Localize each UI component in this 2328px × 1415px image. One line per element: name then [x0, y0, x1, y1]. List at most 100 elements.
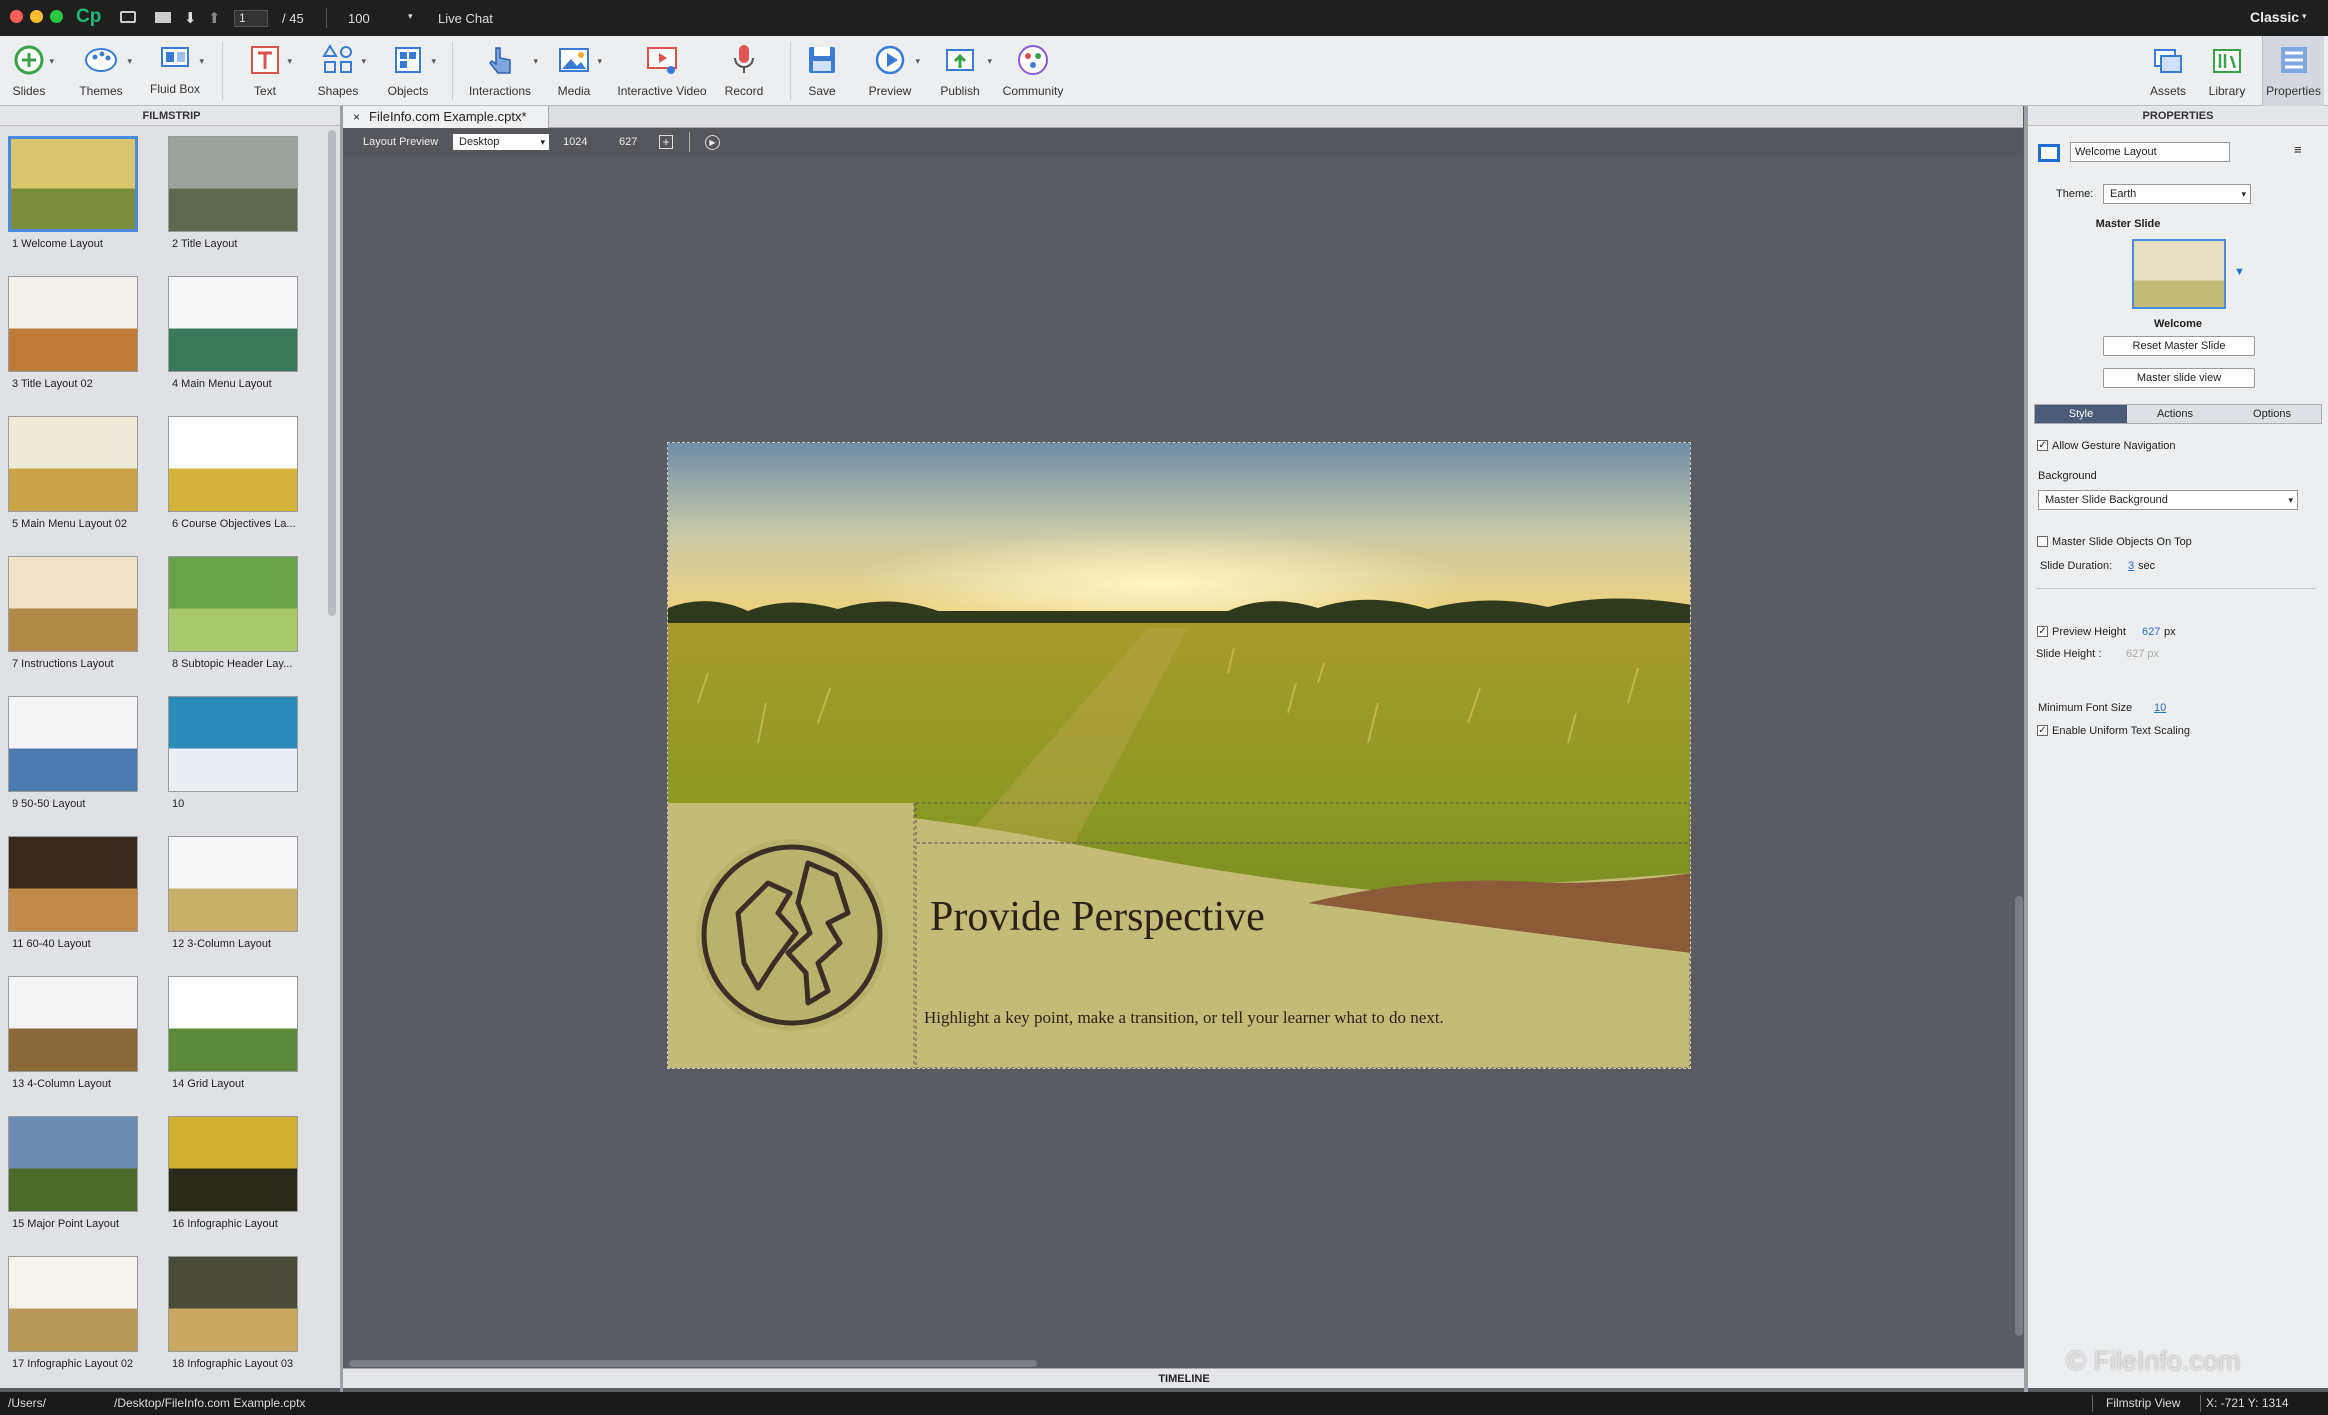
- chevron-down-icon[interactable]: ▾: [408, 11, 413, 22]
- zoom-window-icon[interactable]: [50, 10, 63, 23]
- filmstrip-thumbnail[interactable]: [168, 136, 298, 232]
- close-tab-icon[interactable]: ×: [353, 106, 360, 128]
- page-number-input[interactable]: 1: [234, 10, 268, 27]
- device-select[interactable]: Desktop ▾: [453, 134, 549, 150]
- master-slide-view-button[interactable]: Master slide view: [2103, 368, 2255, 388]
- filmstrip-thumbnail[interactable]: [8, 416, 138, 512]
- properties-button[interactable]: Properties: [2262, 36, 2324, 106]
- slides-button[interactable]: Slides ▾: [0, 36, 58, 106]
- slide-type-icon: [2038, 144, 2060, 162]
- timeline-panel-header[interactable]: TIMELINE: [343, 1368, 2025, 1388]
- screen-icon[interactable]: [120, 11, 136, 23]
- filmstrip-thumbnail[interactable]: [8, 276, 138, 372]
- filmstrip-thumbnail-label: 16 Infographic Layout: [172, 1218, 278, 1230]
- filmstrip-thumbnail[interactable]: [168, 276, 298, 372]
- min-font-size-value[interactable]: 10: [2154, 702, 2166, 714]
- preview-height-input[interactable]: 627: [619, 136, 637, 148]
- filmstrip-thumbnail[interactable]: [168, 696, 298, 792]
- minimize-window-icon[interactable]: [30, 10, 43, 23]
- slide-canvas[interactable]: Provide Perspective Highlight a key poin…: [667, 442, 1691, 1069]
- preview-height-value[interactable]: 627: [2142, 626, 2160, 638]
- download-icon[interactable]: ⬇: [184, 9, 197, 27]
- slide-duration-value[interactable]: 3: [2128, 560, 2134, 572]
- background-select[interactable]: Master Slide Background ▾: [2038, 490, 2298, 510]
- mail-icon[interactable]: [155, 12, 171, 23]
- filmstrip-thumbnail-label: 3 Title Layout 02: [12, 378, 93, 390]
- shapes-button[interactable]: Shapes ▾: [310, 36, 366, 106]
- hand-pointer-icon: [488, 47, 511, 74]
- filmstrip-thumbnail[interactable]: [168, 1256, 298, 1352]
- divider: [326, 8, 327, 28]
- master-objects-top-label: Master Slide Objects On Top: [2052, 536, 2192, 548]
- filmstrip-thumbnail[interactable]: [8, 836, 138, 932]
- tab-actions[interactable]: Actions: [2129, 405, 2221, 423]
- filmstrip-thumbnail-label: 7 Instructions Layout: [12, 658, 114, 670]
- filmstrip-thumbnail[interactable]: [8, 1116, 138, 1212]
- master-slide-thumbnail[interactable]: [2132, 239, 2226, 309]
- filmstrip-thumbnail[interactable]: [168, 1116, 298, 1212]
- document-tab[interactable]: × FileInfo.com Example.cptx*: [343, 106, 549, 128]
- zoom-select[interactable]: 100: [348, 11, 370, 26]
- preview-width-input[interactable]: 1024: [563, 136, 587, 148]
- filmstrip-thumbnail[interactable]: [8, 556, 138, 652]
- reset-master-slide-button[interactable]: Reset Master Slide: [2103, 336, 2255, 356]
- uniform-scaling-checkbox[interactable]: ✓: [2037, 725, 2048, 736]
- stage-vertical-scrollbar[interactable]: [2015, 896, 2023, 1336]
- community-button[interactable]: Community: [998, 36, 1068, 106]
- close-window-icon[interactable]: [10, 10, 23, 23]
- properties-icon: [2280, 47, 2307, 73]
- filmstrip-thumbnail[interactable]: [8, 976, 138, 1072]
- master-slide-label: Master Slide: [2095, 218, 2161, 230]
- filmstrip-thumbnail-label: 6 Course Objectives La...: [172, 518, 296, 530]
- upload-icon[interactable]: ⬆: [208, 9, 221, 27]
- chevron-down-icon[interactable]: ▾: [2302, 11, 2307, 22]
- add-breakpoint-icon[interactable]: +: [659, 135, 673, 149]
- slide-subtitle[interactable]: Highlight a key point, make a transition…: [924, 1008, 1444, 1028]
- divider: [2200, 1395, 2201, 1412]
- assets-button[interactable]: Assets: [2144, 36, 2192, 106]
- live-chat-link[interactable]: Live Chat: [438, 11, 493, 26]
- uniform-scaling-label: Enable Uniform Text Scaling: [2052, 725, 2190, 737]
- workspace-mode[interactable]: Classic: [2250, 9, 2299, 25]
- media-button[interactable]: Media ▾: [546, 36, 602, 106]
- preview-button[interactable]: Preview ▾: [862, 36, 920, 106]
- filmstrip-thumbnail[interactable]: [168, 556, 298, 652]
- filmstrip-thumbnail[interactable]: [168, 976, 298, 1072]
- layout-preview-label: Layout Preview: [363, 136, 439, 148]
- chevron-down-icon: ▾: [540, 137, 545, 147]
- fluid-box-button[interactable]: Fluid Box ▾: [146, 36, 204, 106]
- slide-name-input[interactable]: Welcome Layout: [2070, 142, 2230, 162]
- theme-select[interactable]: Earth ▾: [2103, 184, 2251, 204]
- panel-splitter[interactable]: [2024, 106, 2028, 1392]
- record-button[interactable]: Record: [716, 36, 772, 106]
- slide-title[interactable]: Provide Perspective: [930, 893, 1265, 941]
- filmstrip-scrollbar[interactable]: [328, 130, 336, 616]
- stage-horizontal-scrollbar[interactable]: [349, 1360, 1037, 1367]
- panel-menu-icon[interactable]: ≡: [2294, 142, 2302, 157]
- publish-icon: [946, 49, 974, 71]
- status-coordinates: X: -721 Y: 1314: [2206, 1396, 2289, 1410]
- allow-gesture-checkbox[interactable]: ✓: [2037, 440, 2048, 451]
- interactive-video-button[interactable]: Interactive Video: [612, 36, 712, 106]
- filmstrip-thumbnail[interactable]: [8, 136, 138, 232]
- themes-button[interactable]: Themes ▾: [70, 36, 132, 106]
- tab-style[interactable]: Style: [2035, 405, 2127, 423]
- preview-height-checkbox[interactable]: ✓: [2037, 626, 2048, 637]
- objects-button[interactable]: Objects ▾: [380, 36, 436, 106]
- interactions-button[interactable]: Interactions ▾: [466, 36, 538, 106]
- play-preview-icon[interactable]: ▶: [705, 135, 720, 150]
- filmstrip-thumbnail-label: 10: [172, 798, 185, 810]
- filmstrip-thumbnail[interactable]: [168, 836, 298, 932]
- master-objects-top-checkbox[interactable]: [2037, 536, 2048, 547]
- save-button[interactable]: Save: [796, 36, 848, 106]
- text-button[interactable]: Text ▾: [238, 36, 292, 106]
- filmstrip-thumbnail-label: 5 Main Menu Layout 02: [12, 518, 127, 530]
- chevron-down-icon[interactable]: ▼: [2234, 266, 2245, 278]
- filmstrip-thumbnail[interactable]: [8, 696, 138, 792]
- publish-button[interactable]: Publish ▾: [932, 36, 992, 106]
- tab-options[interactable]: Options: [2223, 405, 2321, 423]
- themes-icon: [85, 48, 117, 72]
- filmstrip-thumbnail[interactable]: [168, 416, 298, 512]
- library-button[interactable]: Library: [2202, 36, 2252, 106]
- filmstrip-thumbnail[interactable]: [8, 1256, 138, 1352]
